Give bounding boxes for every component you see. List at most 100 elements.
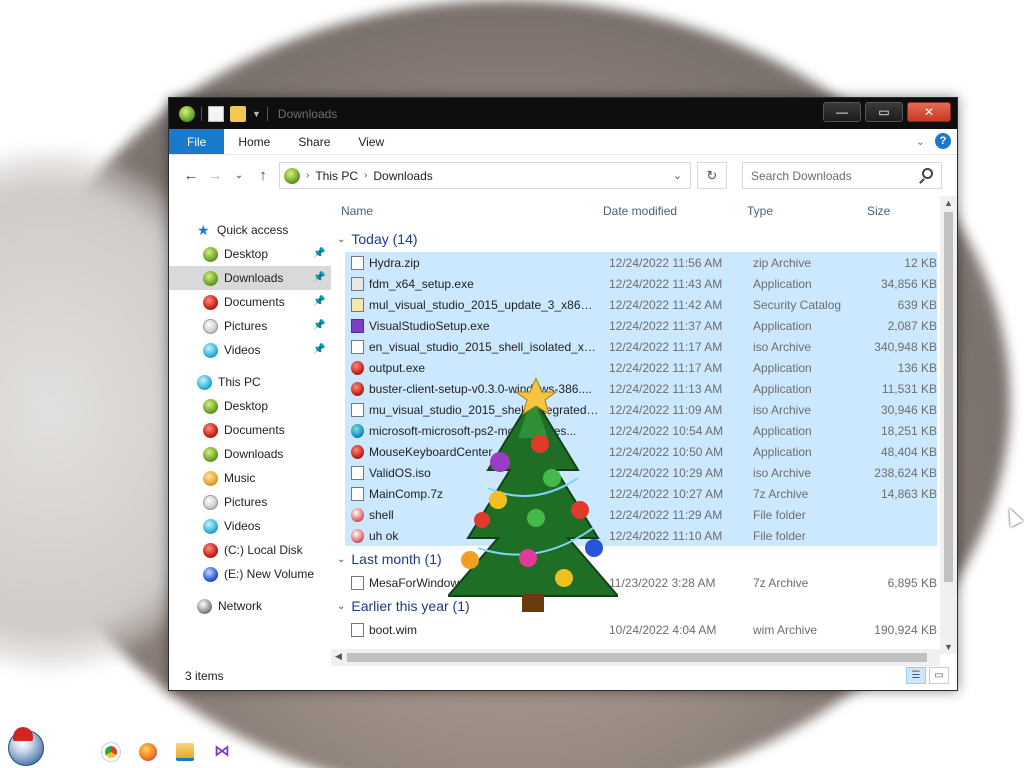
table-row[interactable]: VisualStudioSetup.exe 12/24/2022 11:37 AM… bbox=[345, 315, 937, 336]
expand-ribbon-icon[interactable]: ⌄ bbox=[916, 135, 925, 148]
maximize-button[interactable]: ▭ bbox=[865, 102, 903, 122]
zip-icon bbox=[351, 575, 364, 590]
sidebar-item-quick-pictures[interactable]: Pictures 📌 bbox=[169, 314, 331, 338]
visual-studio-icon[interactable]: ⋈ bbox=[213, 743, 231, 761]
sidebar-item-pc--c-local-disk[interactable]: (C:) Local Disk bbox=[169, 538, 331, 562]
pin-icon[interactable]: 📌 bbox=[313, 272, 325, 284]
table-row[interactable]: Hydra.zip 12/24/2022 11:56 AM zip Archive 1… bbox=[345, 252, 937, 273]
chevron-down-icon[interactable]: ▼ bbox=[252, 109, 261, 119]
refresh-button[interactable]: ↻ bbox=[697, 162, 727, 189]
table-row[interactable]: buster-client-setup-v0.3.0-windows-386..… bbox=[345, 378, 937, 399]
table-row[interactable]: mu_visual_studio_2015_shell_integrated_.… bbox=[345, 399, 937, 420]
file-explorer-icon[interactable] bbox=[176, 743, 194, 761]
tab-file[interactable]: File bbox=[169, 129, 225, 154]
group-header[interactable]: ⌄ Today (14) bbox=[331, 226, 957, 252]
chrome-icon[interactable] bbox=[102, 743, 120, 761]
table-row[interactable]: boot.wim 10/24/2022 4:04 AM wim Archive 190… bbox=[345, 619, 937, 640]
details-view-icon[interactable]: ☰ bbox=[906, 667, 926, 684]
column-type[interactable]: Type bbox=[747, 204, 773, 218]
window-title: Downloads bbox=[277, 106, 338, 121]
start-button[interactable] bbox=[8, 727, 44, 766]
search-icon[interactable] bbox=[922, 168, 933, 179]
table-row[interactable]: uh ok 12/24/2022 11:10 AM File folder bbox=[345, 525, 937, 546]
edge-icon bbox=[351, 423, 364, 438]
address-dropdown-icon[interactable]: ⌄ bbox=[673, 169, 682, 182]
title-bar[interactable]: ▼ Downloads — ▭ ✕ bbox=[169, 98, 957, 129]
address-bar[interactable]: › This PC › Downloads ⌄ bbox=[279, 162, 691, 189]
ribbon-right: ⌄ ? bbox=[916, 133, 951, 149]
large-icons-view-icon[interactable]: ▭ bbox=[929, 667, 949, 684]
tab-share[interactable]: Share bbox=[284, 129, 344, 154]
sidebar-item-quick-videos[interactable]: Videos 📌 bbox=[169, 338, 331, 362]
file-type: zip Archive bbox=[753, 255, 812, 270]
minimize-button[interactable]: — bbox=[823, 102, 861, 122]
scroll-left-icon[interactable]: ◀ bbox=[335, 651, 342, 662]
table-row[interactable]: output.exe 12/24/2022 11:17 AM Application… bbox=[345, 357, 937, 378]
table-row[interactable]: MouseKeyboardCenter... 12/24/2022 10:50 A… bbox=[345, 441, 937, 462]
search-input[interactable] bbox=[751, 168, 911, 183]
explorer-globe-icon[interactable] bbox=[179, 105, 195, 122]
breadcrumb-this-pc[interactable]: This PC bbox=[315, 169, 358, 183]
pin-icon[interactable]: 📌 bbox=[313, 320, 325, 332]
sidebar-item-pc-music[interactable]: Music bbox=[169, 466, 331, 490]
file-type: Application bbox=[753, 318, 812, 333]
nav-this-pc[interactable]: This PC bbox=[169, 370, 331, 394]
table-row[interactable]: MesaForWindows-x64... 11/23/2022 3:28 AM 7… bbox=[345, 572, 937, 593]
nav-quick-access[interactable]: ★ Quick access bbox=[169, 218, 331, 242]
table-row[interactable]: shell 12/24/2022 11:29 AM File folder bbox=[345, 504, 937, 525]
breadcrumb-chevron-icon[interactable]: › bbox=[306, 170, 309, 181]
scroll-up-icon[interactable]: ▲ bbox=[944, 198, 953, 208]
table-row[interactable]: MainComp.7z 12/24/2022 10:27 AM 7z Archive… bbox=[345, 483, 937, 504]
scroll-down-icon[interactable]: ▼ bbox=[944, 642, 953, 652]
tab-home[interactable]: Home bbox=[224, 129, 284, 154]
sidebar-item-quick-documents[interactable]: Documents 📌 bbox=[169, 290, 331, 314]
tab-view[interactable]: View bbox=[344, 129, 398, 154]
sidebar-item-pc-pictures[interactable]: Pictures bbox=[169, 490, 331, 514]
table-row[interactable]: mul_visual_studio_2015_update_3_x86_x6..… bbox=[345, 294, 937, 315]
sidebar-item-pc-documents[interactable]: Documents bbox=[169, 418, 331, 442]
table-row[interactable]: microsoft-microsoft-ps2-mouse-bytes... 12… bbox=[345, 420, 937, 441]
app-icon bbox=[351, 444, 364, 459]
file-type: Application bbox=[753, 381, 812, 396]
nav-network[interactable]: Network bbox=[169, 594, 331, 618]
search-box[interactable] bbox=[742, 162, 942, 189]
group-header[interactable]: ⌄ Last month (1) bbox=[331, 546, 957, 572]
group-collapse-chevron-icon[interactable]: ⌄ bbox=[337, 601, 345, 612]
recent-locations-chevron-icon[interactable]: ⌄ bbox=[227, 170, 251, 181]
breadcrumb-chevron-icon[interactable]: › bbox=[364, 170, 367, 181]
help-icon[interactable]: ? bbox=[935, 133, 951, 149]
back-arrow-icon[interactable]: ← bbox=[179, 167, 203, 184]
column-size[interactable]: Size bbox=[867, 204, 890, 218]
new-folder-icon[interactable] bbox=[230, 105, 246, 122]
sidebar-item-pc-downloads[interactable]: Downloads bbox=[169, 442, 331, 466]
table-row[interactable]: ValidOS.iso 12/24/2022 10:29 AM iso Archiv… bbox=[345, 462, 937, 483]
group-collapse-chevron-icon[interactable]: ⌄ bbox=[337, 234, 345, 245]
horizontal-scroll-thumb[interactable] bbox=[347, 653, 927, 662]
up-arrow-icon[interactable]: ↑ bbox=[251, 167, 275, 184]
table-row[interactable]: fdm_x64_setup.exe 12/24/2022 11:43 AM Appl… bbox=[345, 273, 937, 294]
sidebar-item-pc-desktop[interactable]: Desktop bbox=[169, 394, 331, 418]
firefox-icon[interactable] bbox=[139, 743, 157, 761]
column-name[interactable]: Name bbox=[341, 204, 373, 218]
pin-icon[interactable]: 📌 bbox=[313, 296, 325, 308]
forward-arrow-icon[interactable]: → bbox=[203, 167, 227, 184]
column-date-modified[interactable]: Date modified bbox=[603, 204, 677, 218]
sidebar-item-pc--e-new-volume[interactable]: (E:) New Volume bbox=[169, 562, 331, 586]
scroll-thumb[interactable] bbox=[944, 212, 953, 582]
close-button[interactable]: ✕ bbox=[907, 102, 951, 122]
sidebar-item-quick-desktop[interactable]: Desktop 📌 bbox=[169, 242, 331, 266]
file-type: 7z Archive bbox=[753, 486, 809, 501]
sidebar-item-pc-videos[interactable]: Videos bbox=[169, 514, 331, 538]
sidebar-item-quick-downloads[interactable]: Downloads 📌 bbox=[169, 266, 331, 290]
file-type: iso Archive bbox=[753, 339, 812, 354]
table-row[interactable]: en_visual_studio_2015_shell_isolated_x86… bbox=[345, 336, 937, 357]
properties-icon[interactable] bbox=[208, 105, 224, 122]
breadcrumb-downloads[interactable]: Downloads bbox=[373, 169, 432, 183]
group-header[interactable]: ⌄ Earlier this year (1) bbox=[331, 593, 957, 619]
group-collapse-chevron-icon[interactable]: ⌄ bbox=[337, 554, 345, 565]
vertical-scrollbar[interactable]: ▲ ▼ bbox=[940, 196, 957, 654]
file-type: Application bbox=[753, 444, 812, 459]
pin-icon[interactable]: 📌 bbox=[313, 344, 325, 356]
file-name: fdm_x64_setup.exe bbox=[369, 276, 474, 291]
pin-icon[interactable]: 📌 bbox=[313, 248, 325, 260]
